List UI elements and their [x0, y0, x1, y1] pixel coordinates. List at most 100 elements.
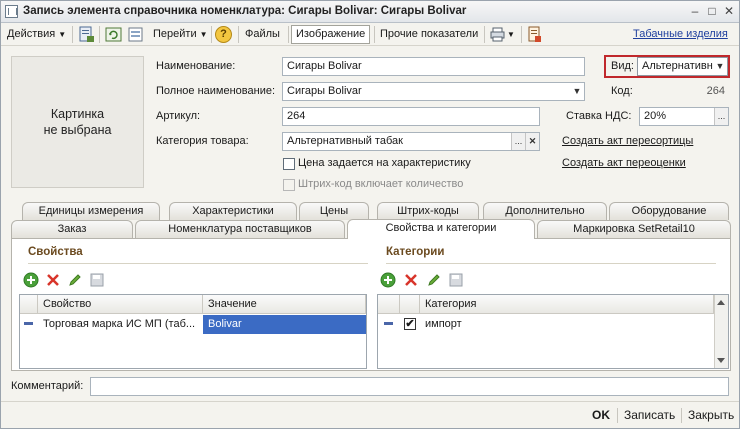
- toolbar-separator: [72, 26, 73, 43]
- product-picture[interactable]: Картинка не выбрана: [11, 56, 144, 188]
- property-column-header[interactable]: Свойство: [38, 295, 203, 314]
- title-bar[interactable]: Запись элемента справочника номенклатура…: [1, 1, 739, 23]
- vat-select-button[interactable]: ...: [714, 108, 728, 125]
- delete-property-icon[interactable]: [45, 272, 61, 288]
- tab-supplier-nomenclature[interactable]: Номенклатура поставщиков: [135, 220, 345, 238]
- vat-label: Ставка НДС:: [566, 110, 632, 122]
- properties-table: Свойство Значение Торговая марка ИС МП (…: [19, 294, 367, 369]
- barcode-includes-qty-label: Штрих-код включает количество: [298, 178, 464, 190]
- app-icon: [5, 5, 18, 18]
- actions-menu-label: Действия: [7, 28, 56, 40]
- tab-prices[interactable]: Цены: [299, 202, 369, 220]
- tab-units[interactable]: Единицы измерения: [22, 202, 160, 220]
- tab-additional[interactable]: Дополнительно: [483, 202, 607, 220]
- actions-menu-button[interactable]: Действия ▼: [7, 25, 66, 44]
- footer-separator: [681, 408, 682, 423]
- tab-properties-categories[interactable]: Свойства и категории: [347, 219, 535, 239]
- comment-field[interactable]: [90, 377, 729, 396]
- minimize-button[interactable]: –: [687, 4, 703, 20]
- code-value: 264: [706, 85, 725, 97]
- category-column-header[interactable]: Категория: [420, 295, 714, 314]
- picture-placeholder-text: Картинка не выбрана: [44, 106, 112, 138]
- value-column-header[interactable]: Значение: [203, 295, 366, 314]
- categories-section-title: Категории: [386, 246, 445, 258]
- dropdown-arrow-icon: ▼: [199, 30, 208, 39]
- goto-menu-button[interactable]: Перейти ▼: [153, 25, 208, 44]
- category-cell[interactable]: импорт: [420, 315, 540, 334]
- scroll-up-icon[interactable]: [717, 300, 725, 305]
- form-footer: OK Записать Закрыть: [1, 401, 739, 428]
- comment-label: Комментарий:: [11, 380, 84, 392]
- properties-section-divider: [28, 263, 368, 264]
- vat-value: 20%: [644, 110, 667, 122]
- create-regrading-link[interactable]: Создать акт пересортицы: [562, 135, 693, 147]
- dropdown-arrow-icon[interactable]: ▼: [507, 25, 515, 44]
- article-field[interactable]: 264: [282, 107, 540, 126]
- article-label: Артикул:: [156, 110, 201, 122]
- category-clear-icon[interactable]: ✕: [525, 133, 539, 150]
- save-category-icon[interactable]: [448, 272, 464, 288]
- row-marker-icon: [384, 322, 393, 325]
- print-icon[interactable]: [489, 26, 506, 43]
- close-button[interactable]: Закрыть: [688, 408, 734, 422]
- create-revaluation-link[interactable]: Создать акт переоценки: [562, 157, 686, 169]
- category-label: Категория товара:: [156, 135, 249, 147]
- tab-equipment[interactable]: Оборудование: [609, 202, 729, 220]
- scroll-down-icon[interactable]: [717, 358, 725, 363]
- ok-button[interactable]: OK: [592, 408, 610, 422]
- footer-separator: [617, 408, 618, 423]
- save-property-icon[interactable]: [89, 272, 105, 288]
- close-window-button[interactable]: ✕: [721, 4, 737, 20]
- row-marker-icon: [24, 322, 33, 325]
- properties-section-title: Свойства: [28, 246, 83, 258]
- image-button[interactable]: Изображение: [291, 25, 371, 44]
- category-checkbox[interactable]: ✔: [404, 318, 416, 330]
- delete-category-icon[interactable]: [403, 272, 419, 288]
- category-field[interactable]: Альтернативный табак ... ✕: [282, 132, 540, 151]
- toolbar-separator: [374, 26, 375, 43]
- structure-icon[interactable]: [127, 26, 144, 43]
- property-cell[interactable]: Торговая марка ИС МП (таб...: [38, 315, 203, 334]
- name-field[interactable]: Сигары Bolivar: [282, 57, 585, 76]
- picture-placeholder-line1: Картинка: [50, 107, 105, 121]
- other-indicators-button[interactable]: Прочие показатели: [380, 25, 478, 44]
- price-by-characteristic-label: Цена задается на характеристику: [298, 157, 471, 169]
- toolbar-separator: [238, 26, 239, 43]
- help-icon[interactable]: ?: [215, 26, 232, 43]
- report-icon[interactable]: [526, 26, 543, 43]
- maximize-button[interactable]: □: [704, 4, 720, 20]
- add-property-icon[interactable]: [23, 272, 39, 288]
- tab-barcodes[interactable]: Штрих-коды: [377, 202, 479, 220]
- tab-order[interactable]: Заказ: [11, 220, 133, 238]
- tobacco-products-link[interactable]: Табачные изделия: [633, 25, 728, 44]
- categories-table: Категория ✔ импорт: [377, 294, 729, 369]
- full-name-dropdown-icon[interactable]: ▼: [570, 83, 584, 100]
- save-record-icon[interactable]: [78, 26, 95, 43]
- add-category-icon[interactable]: [380, 272, 396, 288]
- toolbar-separator: [484, 26, 485, 43]
- view-dropdown-icon[interactable]: ▼: [713, 58, 727, 75]
- save-button[interactable]: Записать: [624, 408, 675, 422]
- picture-placeholder-line2: не выбрана: [43, 123, 112, 137]
- view-value: Альтернативн: [642, 60, 713, 72]
- refresh-icon[interactable]: [105, 26, 122, 43]
- edit-category-icon[interactable]: [426, 272, 442, 288]
- vat-field[interactable]: 20% ...: [639, 107, 729, 126]
- full-name-field[interactable]: Сигары Bolivar ▼: [282, 82, 585, 101]
- toolbar-separator: [521, 26, 522, 43]
- edit-property-icon[interactable]: [67, 272, 83, 288]
- tab-setretail-marking[interactable]: Маркировка SetRetail10: [537, 220, 731, 238]
- full-name-label: Полное наименование:: [156, 85, 276, 97]
- category-select-button[interactable]: ...: [511, 133, 525, 150]
- tab-characteristics[interactable]: Характеристики: [169, 202, 297, 220]
- window-title: Запись элемента справочника номенклатура…: [23, 5, 467, 17]
- categories-scrollbar[interactable]: [714, 295, 728, 368]
- code-label: Код:: [611, 85, 633, 97]
- full-name-value: Сигары Bolivar: [287, 85, 362, 97]
- files-button[interactable]: Файлы: [245, 25, 280, 44]
- value-cell[interactable]: Bolivar: [203, 315, 366, 334]
- categories-marker-header: [378, 295, 400, 314]
- price-by-characteristic-checkbox[interactable]: [283, 158, 295, 170]
- view-field[interactable]: Альтернативн ▼: [637, 57, 728, 76]
- goto-menu-label: Перейти: [153, 28, 197, 40]
